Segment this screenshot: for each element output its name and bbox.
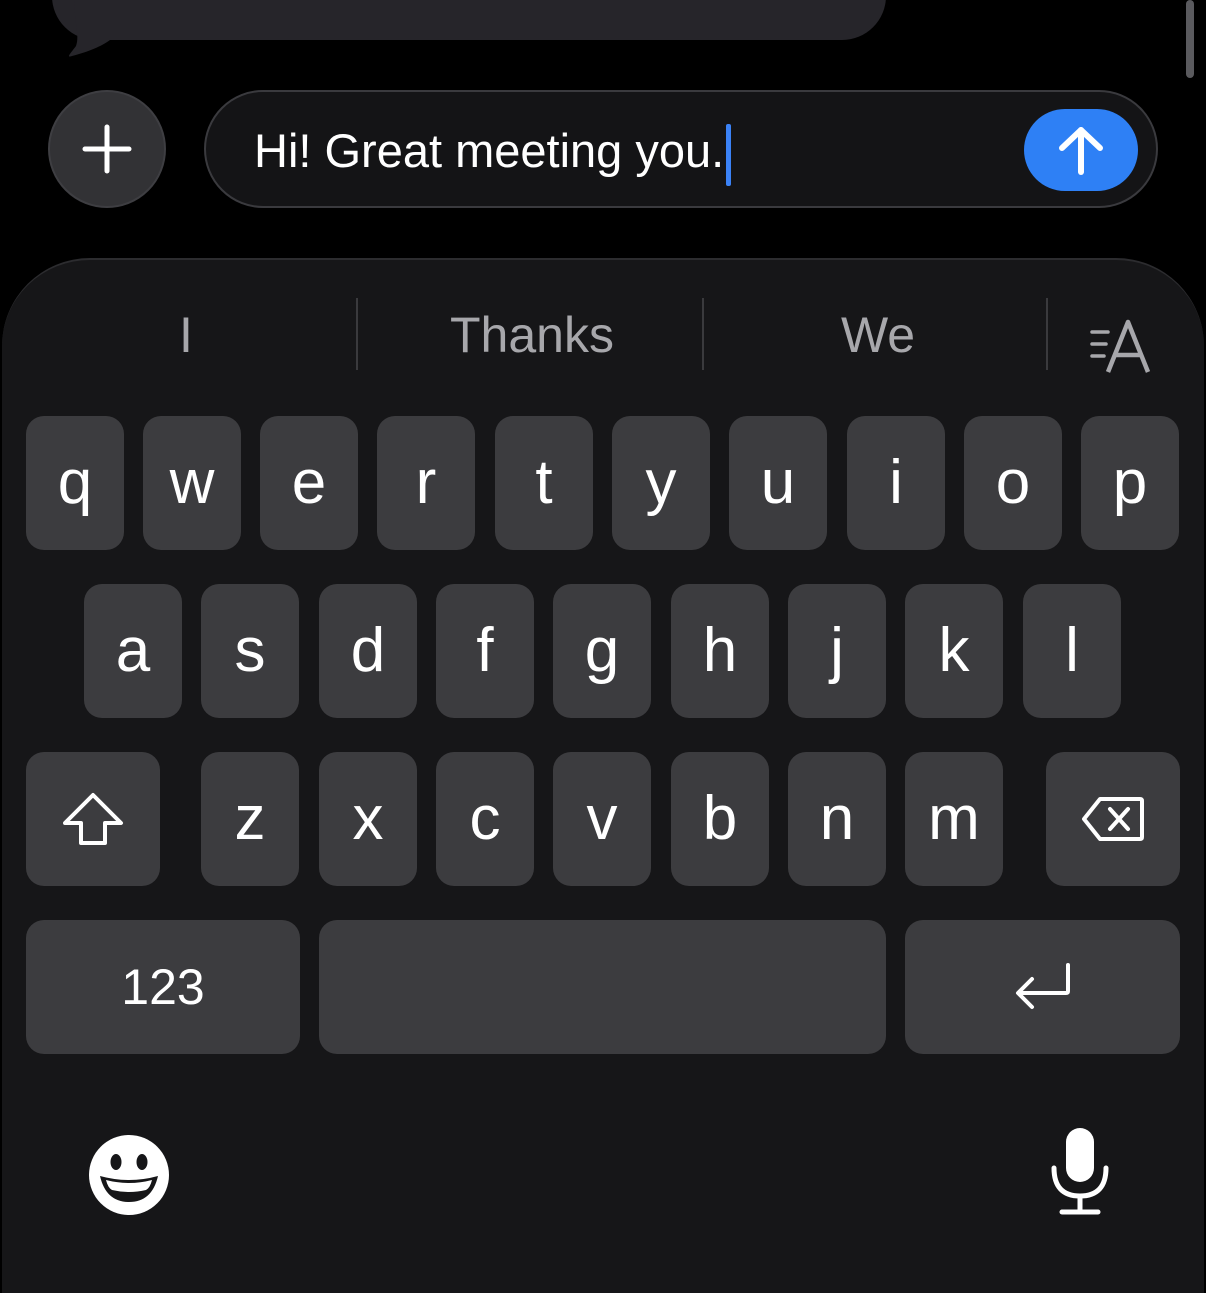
key-x[interactable]: x — [319, 752, 417, 886]
key-b[interactable]: b — [671, 752, 769, 886]
key-f[interactable]: f — [436, 584, 534, 718]
key-w[interactable]: w — [143, 416, 241, 550]
key-u[interactable]: u — [729, 416, 827, 550]
plus-icon — [82, 124, 132, 174]
return-key[interactable] — [905, 920, 1180, 1054]
arrow-up-icon — [1059, 127, 1103, 175]
keyboard: I Thanks We q w e r t y u i o p a s d f … — [2, 258, 1204, 1293]
message-bubble — [52, 0, 886, 40]
key-z[interactable]: z — [201, 752, 299, 886]
key-n[interactable]: n — [788, 752, 886, 886]
message-input[interactable]: Hi! Great meeting you. — [204, 90, 1158, 208]
key-g[interactable]: g — [553, 584, 651, 718]
key-d[interactable]: d — [319, 584, 417, 718]
send-button[interactable] — [1024, 109, 1138, 191]
suggestion-1[interactable]: I — [16, 300, 356, 370]
key-e[interactable]: e — [260, 416, 358, 550]
key-s[interactable]: s — [201, 584, 299, 718]
suggestion-divider — [356, 298, 358, 370]
suggestion-3[interactable]: We — [706, 300, 1050, 370]
key-k[interactable]: k — [905, 584, 1003, 718]
emoji-icon[interactable] — [86, 1132, 172, 1218]
suggestion-divider — [702, 298, 704, 370]
delete-key[interactable] — [1046, 752, 1180, 886]
scrollbar[interactable] — [1186, 0, 1194, 78]
message-input-text[interactable]: Hi! Great meeting you. — [254, 122, 732, 186]
delete-icon — [1082, 797, 1144, 841]
predictive-bar: I Thanks We — [2, 260, 1204, 410]
microphone-icon[interactable] — [1048, 1126, 1112, 1216]
key-y[interactable]: y — [612, 416, 710, 550]
messages-screen: Hi! Great meeting you. I Thanks We q w e… — [0, 0, 1206, 1293]
key-v[interactable]: v — [553, 752, 651, 886]
space-key[interactable] — [319, 920, 886, 1054]
text-caret — [726, 123, 732, 186]
suggestion-2[interactable]: Thanks — [360, 300, 704, 370]
key-o[interactable]: o — [964, 416, 1062, 550]
key-t[interactable]: t — [495, 416, 593, 550]
suggestion-divider — [1046, 298, 1048, 370]
key-q[interactable]: q — [26, 416, 124, 550]
key-i[interactable]: i — [847, 416, 945, 550]
shift-icon — [63, 793, 123, 845]
key-c[interactable]: c — [436, 752, 534, 886]
key-h[interactable]: h — [671, 584, 769, 718]
key-r[interactable]: r — [377, 416, 475, 550]
key-l[interactable]: l — [1023, 584, 1121, 718]
bubble-tail — [69, 0, 110, 57]
key-a[interactable]: a — [84, 584, 182, 718]
shift-key[interactable] — [26, 752, 160, 886]
key-j[interactable]: j — [788, 584, 886, 718]
key-p[interactable]: p — [1081, 416, 1179, 550]
numbers-key[interactable]: 123 — [26, 920, 300, 1054]
add-attachment-button[interactable] — [48, 90, 166, 208]
return-icon — [1015, 963, 1070, 1009]
text-format-icon[interactable] — [1088, 316, 1158, 376]
key-m[interactable]: m — [905, 752, 1003, 886]
